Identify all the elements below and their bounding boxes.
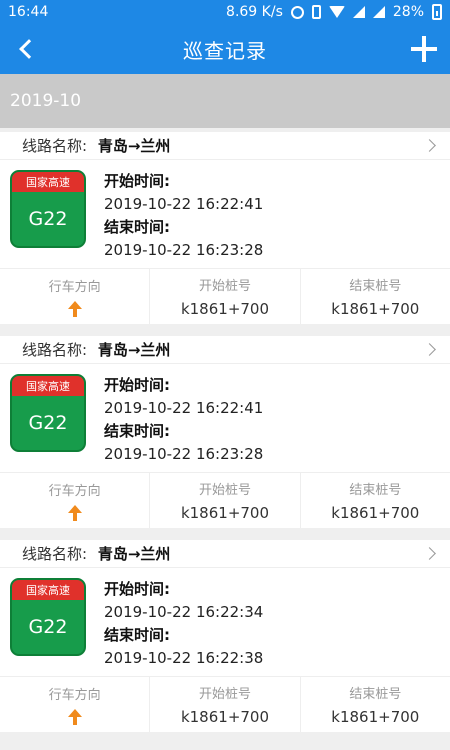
chevron-right-icon [423, 139, 436, 152]
highway-badge: 国家高速 G22 [10, 578, 86, 656]
month-header: 2019-10 [0, 74, 450, 128]
start-time-value: 2019-10-22 16:22:34 [104, 603, 264, 621]
end-stake-cell: 结束桩号 k1861+700 [301, 269, 450, 324]
chevron-right-icon [423, 343, 436, 356]
arrow-up-icon [67, 709, 82, 725]
direction-cell: 行车方向 [0, 473, 151, 528]
end-time-value: 2019-10-22 16:22:38 [104, 649, 264, 667]
start-time-label: 开始时间: [104, 580, 170, 598]
chevron-right-icon [423, 547, 436, 560]
start-time-label: 开始时间: [104, 172, 170, 190]
route-value: 青岛→兰州 [97, 137, 171, 155]
status-icons: 8.69 K/s 28% [226, 4, 442, 20]
end-time-label: 结束时间: [104, 626, 170, 644]
end-time-label: 结束时间: [104, 422, 170, 440]
end-time-value: 2019-10-22 16:23:28 [104, 241, 264, 259]
route-row[interactable]: 线路名称: 青岛→兰州 [0, 540, 450, 568]
direction-label: 行车方向 [48, 280, 101, 295]
start-stake-value: k1861+700 [180, 300, 270, 318]
record-main: 国家高速 G22 开始时间: 2019-10-22 16:22:41 结束时间:… [0, 160, 450, 268]
route-row[interactable]: 线路名称: 青岛→兰州 [0, 336, 450, 364]
back-button[interactable] [10, 33, 42, 65]
direction-cell: 行车方向 [0, 269, 151, 324]
highway-badge: 国家高速 G22 [10, 374, 86, 452]
status-bar: 16:44 8.69 K/s 28% [0, 0, 450, 24]
time-block: 开始时间: 2019-10-22 16:22:41 结束时间: 2019-10-… [104, 374, 263, 466]
start-stake-cell: 开始桩号 k1861+700 [150, 269, 301, 324]
signal-icon-2 [372, 6, 385, 18]
wifi-icon [328, 6, 345, 18]
app-bar: 巡查记录 [0, 24, 450, 74]
direction-label: 行车方向 [48, 484, 101, 499]
page-title: 巡查记录 [183, 38, 267, 63]
arrow-up-icon [67, 505, 82, 521]
route-label: 线路名称: [22, 545, 88, 563]
highway-code: G22 [28, 412, 68, 434]
highway-badge: 国家高速 G22 [10, 170, 86, 248]
start-time-label: 开始时间: [104, 376, 170, 394]
time-block: 开始时间: 2019-10-22 16:22:41 结束时间: 2019-10-… [104, 170, 263, 262]
arrow-up-icon [67, 301, 82, 317]
end-stake-cell: 结束桩号 k1861+700 [301, 473, 450, 528]
start-time-value: 2019-10-22 16:22:41 [104, 399, 264, 417]
end-stake-label: 结束桩号 [349, 687, 402, 702]
route-label: 线路名称: [22, 137, 88, 155]
record-main: 国家高速 G22 开始时间: 2019-10-22 16:22:41 结束时间:… [0, 364, 450, 472]
alarm-icon [290, 5, 304, 19]
start-stake-cell: 开始桩号 k1861+700 [150, 473, 301, 528]
direction-cell: 行车方向 [0, 677, 151, 732]
route-value: 青岛→兰州 [97, 545, 171, 563]
end-stake-label: 结束桩号 [349, 279, 402, 294]
start-stake-label: 开始桩号 [198, 279, 251, 294]
route-value: 青岛→兰州 [97, 341, 171, 359]
time-block: 开始时间: 2019-10-22 16:22:34 结束时间: 2019-10-… [104, 578, 263, 670]
end-stake-value: k1861+700 [331, 300, 420, 318]
start-time-value: 2019-10-22 16:22:41 [104, 195, 264, 213]
battery-percent: 28% [392, 4, 424, 20]
status-time: 16:44 [8, 4, 49, 20]
record-card[interactable]: 线路名称: 青岛→兰州 国家高速 G22 开始时间: 2019-10-22 16… [0, 132, 450, 324]
vibrate-icon [311, 5, 321, 19]
back-arrow-icon [19, 39, 39, 59]
record-details: 行车方向 开始桩号 k1861+700 结束桩号 k1861+700 [0, 676, 450, 732]
record-list: 线路名称: 青岛→兰州 国家高速 G22 开始时间: 2019-10-22 16… [0, 128, 450, 732]
record-card[interactable]: 线路名称: 青岛→兰州 国家高速 G22 开始时间: 2019-10-22 16… [0, 540, 450, 732]
start-stake-label: 开始桩号 [198, 687, 251, 702]
record-main: 国家高速 G22 开始时间: 2019-10-22 16:22:34 结束时间:… [0, 568, 450, 676]
battery-icon [432, 4, 442, 20]
badge-top-label: 国家高速 [12, 172, 84, 192]
badge-top-label: 国家高速 [12, 580, 84, 600]
end-stake-value: k1861+700 [331, 504, 420, 522]
network-speed: 8.69 K/s [226, 4, 283, 20]
badge-top-label: 国家高速 [12, 376, 84, 396]
record-details: 行车方向 开始桩号 k1861+700 结束桩号 k1861+700 [0, 268, 450, 324]
start-stake-label: 开始桩号 [198, 483, 251, 498]
start-stake-cell: 开始桩号 k1861+700 [150, 677, 301, 732]
direction-label: 行车方向 [48, 688, 101, 703]
record-card[interactable]: 线路名称: 青岛→兰州 国家高速 G22 开始时间: 2019-10-22 16… [0, 336, 450, 528]
highway-code: G22 [28, 208, 68, 230]
route-label: 线路名称: [22, 341, 88, 359]
add-button[interactable] [408, 33, 440, 65]
end-time-label: 结束时间: [104, 218, 170, 236]
record-details: 行车方向 开始桩号 k1861+700 结束桩号 k1861+700 [0, 472, 450, 528]
end-stake-label: 结束桩号 [349, 483, 402, 498]
signal-icon [352, 6, 365, 18]
end-stake-value: k1861+700 [331, 708, 420, 726]
highway-code: G22 [28, 616, 68, 638]
end-stake-cell: 结束桩号 k1861+700 [301, 677, 450, 732]
start-stake-value: k1861+700 [180, 708, 270, 726]
end-time-value: 2019-10-22 16:23:28 [104, 445, 264, 463]
route-row[interactable]: 线路名称: 青岛→兰州 [0, 132, 450, 160]
start-stake-value: k1861+700 [180, 504, 270, 522]
